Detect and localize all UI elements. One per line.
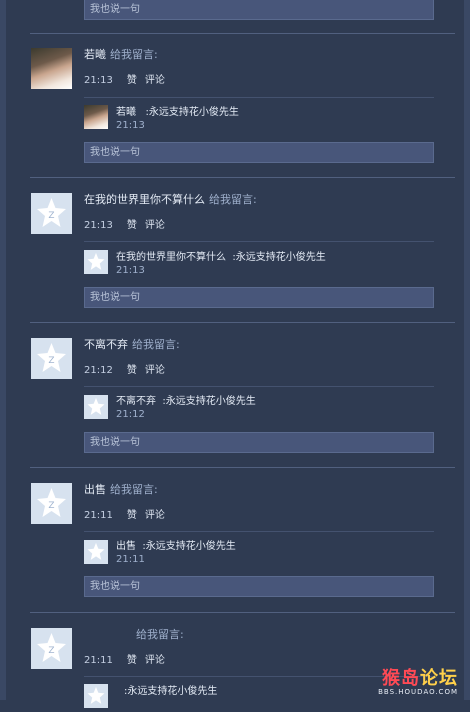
default-avatar-icon[interactable]: Z <box>31 483 72 524</box>
comment-button[interactable]: 评论 <box>145 365 165 376</box>
comment-button[interactable]: 评论 <box>145 655 165 666</box>
reply-separator <box>84 97 434 98</box>
divider <box>30 33 455 34</box>
message-author[interactable]: 在我的世界里你不算什么 给我留言: <box>84 191 257 207</box>
message-author[interactable]: 不离不弃 给我留言: <box>84 336 180 352</box>
reply-content: :永远支持花小俊先生 <box>124 686 218 697</box>
reply-content: 在我的世界里你不算什么 :永远支持花小俊先生 <box>116 252 326 263</box>
reply-content: 出售 :永远支持花小俊先生 <box>116 541 236 552</box>
comment-button[interactable]: 评论 <box>145 75 165 86</box>
reply-input[interactable]: 我也说一句 <box>84 432 434 453</box>
leave-message-hint: 给我留言: <box>110 48 158 61</box>
reply-timestamp: 21:13 <box>116 265 145 276</box>
leave-message-hint: 给我留言: <box>132 338 180 351</box>
divider <box>30 177 455 178</box>
timestamp: 21:11 <box>84 510 113 521</box>
timestamp: 21:13 <box>84 220 113 231</box>
reply-input[interactable]: 我也说一句 <box>84 0 434 20</box>
reply-avatar[interactable] <box>84 105 108 129</box>
message-meta: 21:11 赞评论 <box>84 506 173 521</box>
left-border <box>0 0 6 700</box>
default-avatar-icon[interactable] <box>84 395 108 419</box>
timestamp: 21:13 <box>84 75 113 86</box>
reply-content: 若曦 :永远支持花小俊先生 <box>116 107 239 118</box>
reply-content: 不离不弃 :永远支持花小俊先生 <box>116 396 256 407</box>
default-avatar-icon[interactable] <box>84 684 108 708</box>
comment-button[interactable]: 评论 <box>145 220 165 231</box>
message-board: 我也说一句 若曦 给我留言: 21:13 赞评论 若曦 :永远支持花小俊先生 21:… <box>0 0 470 708</box>
divider <box>30 612 455 613</box>
reply-separator <box>84 531 434 532</box>
like-button[interactable]: 赞 <box>127 365 137 376</box>
message-author[interactable]: 若曦 给我留言: <box>84 46 158 62</box>
like-button[interactable]: 赞 <box>127 75 137 86</box>
message-author[interactable]: 出售 给我留言: <box>84 481 158 497</box>
reply-timestamp: 21:11 <box>116 554 145 565</box>
default-avatar-icon[interactable] <box>84 250 108 274</box>
reply-input[interactable]: 我也说一句 <box>84 287 434 308</box>
message-meta: 21:13 赞评论 <box>84 71 173 86</box>
default-avatar-icon[interactable]: Z <box>31 193 72 234</box>
reply-separator <box>84 241 434 242</box>
svg-text:Z: Z <box>48 356 54 366</box>
reply-input[interactable]: 我也说一句 <box>84 142 434 163</box>
reply-timestamp: 21:12 <box>116 409 145 420</box>
message-meta: 21:11 赞评论 <box>84 651 173 666</box>
message-meta: 21:13 赞评论 <box>84 216 173 231</box>
leave-message-hint: 给我留言: <box>136 628 184 641</box>
timestamp: 21:11 <box>84 655 113 666</box>
svg-text:Z: Z <box>48 501 54 511</box>
default-avatar-icon[interactable]: Z <box>31 338 72 379</box>
leave-message-hint: 给我留言: <box>209 193 257 206</box>
timestamp: 21:12 <box>84 365 113 376</box>
like-button[interactable]: 赞 <box>127 510 137 521</box>
message-meta: 21:12 赞评论 <box>84 361 173 376</box>
comment-button[interactable]: 评论 <box>145 510 165 521</box>
avatar[interactable] <box>31 48 72 89</box>
default-avatar-icon[interactable]: Z <box>31 628 72 669</box>
like-button[interactable]: 赞 <box>127 220 137 231</box>
reply-input[interactable]: 我也说一句 <box>84 576 434 597</box>
svg-text:Z: Z <box>48 211 54 221</box>
site-watermark: 猴岛论坛 BBS.HOUDAO.COM <box>378 668 458 696</box>
like-button[interactable]: 赞 <box>127 655 137 666</box>
svg-text:Z: Z <box>48 646 54 656</box>
leave-message-hint: 给我留言: <box>110 483 158 496</box>
reply-timestamp: 21:13 <box>116 120 145 131</box>
default-avatar-icon[interactable] <box>84 540 108 564</box>
message-author[interactable]: 给我留言: <box>132 626 184 642</box>
divider <box>30 322 455 323</box>
reply-separator <box>84 386 434 387</box>
right-border <box>464 0 470 700</box>
divider <box>30 467 455 468</box>
